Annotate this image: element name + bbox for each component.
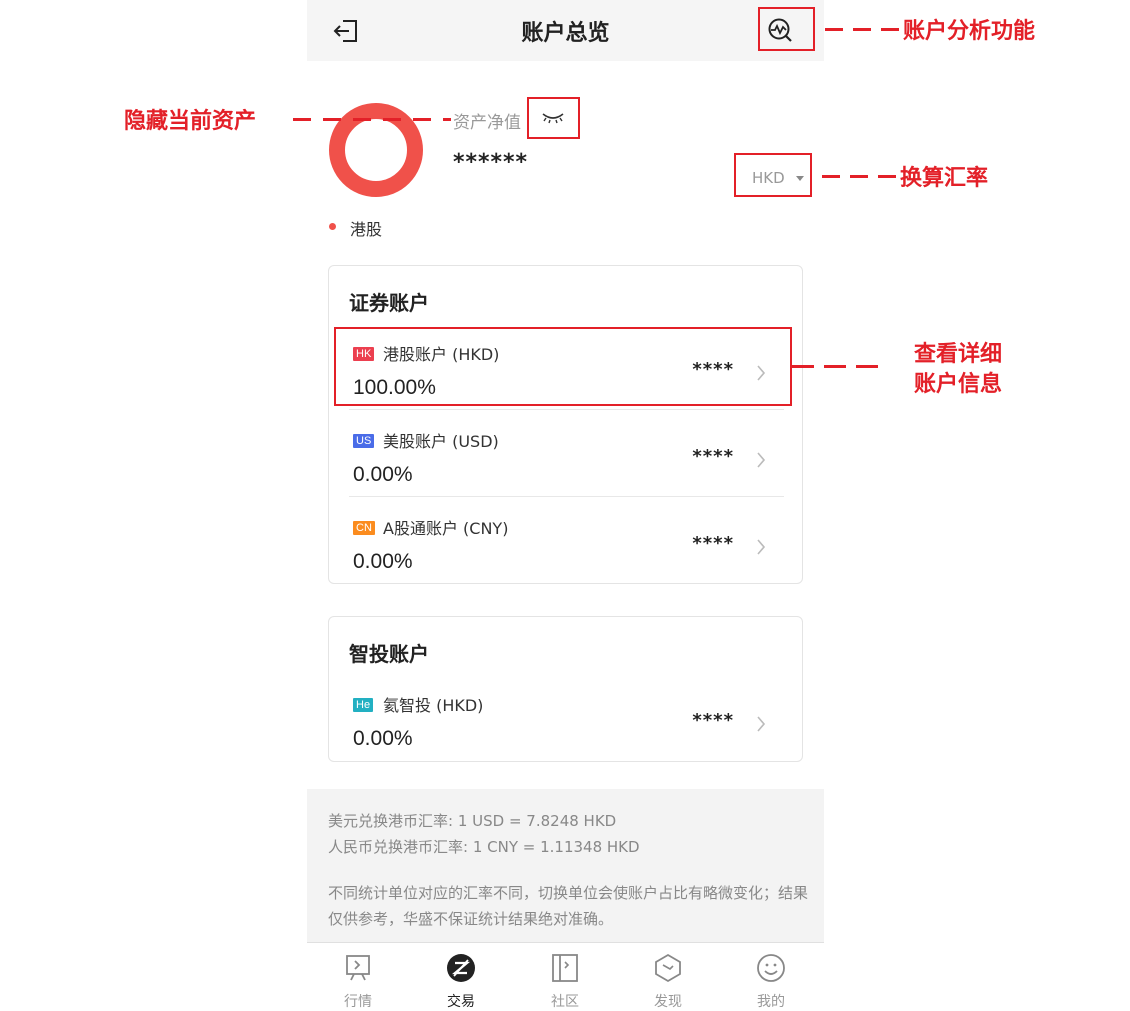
app-screen: 账户总览 资产净值 ****** HKD 港股 证券账户 HK 港股账户 (HK… [307, 0, 824, 1010]
tab-trade[interactable]: 交易 [421, 943, 501, 1010]
disclaimer: 不同统计单位对应的汇率不同，切换单位会使账户占比有略微变化；结果仅供参考，华盛不… [328, 884, 809, 928]
discover-icon [655, 953, 681, 983]
asset-donut-chart [329, 103, 423, 197]
currency-highlight-box [734, 153, 812, 197]
divider [349, 409, 784, 410]
tab-discover[interactable]: 发现 [628, 943, 708, 1010]
legend-label: 港股 [350, 220, 383, 239]
account-value-masked: **** [692, 446, 734, 467]
tab-community[interactable]: 社区 [525, 943, 605, 1010]
annotation-analysis: 账户分析功能 [903, 19, 1036, 44]
chevron-right-icon [757, 716, 766, 732]
account-highlight-box [334, 327, 792, 406]
nav-bar: 账户总览 [307, 0, 824, 61]
chevron-right-icon [757, 539, 766, 555]
divider [349, 496, 784, 497]
cn-badge: CN [353, 521, 375, 535]
annotation-hide: 隐藏当前资产 [124, 109, 257, 134]
smart-invest-card: 智投账户 He 氦智投 (HKD) 0.00% **** [328, 616, 803, 762]
account-row-us[interactable]: US 美股账户 (USD) 0.00% **** [349, 419, 784, 505]
annotation-detail-line2: 账户信息 [914, 372, 1003, 397]
community-icon [552, 954, 578, 982]
chevron-right-icon [757, 452, 766, 468]
us-badge: US [353, 434, 375, 448]
exchange-rate-footer: 美元兑换港币汇率: 1 USD = 7.8248 HKD 人民币兑换港币汇率: … [307, 789, 824, 942]
annotation-exchange: 换算汇率 [900, 166, 989, 191]
cny-rate: 人民币兑换港币汇率: 1 CNY = 1.11348 HKD [328, 838, 640, 856]
legend-dot [329, 223, 336, 230]
usd-rate: 美元兑换港币汇率: 1 USD = 7.8248 HKD [328, 812, 617, 830]
account-percentage: 0.00% [353, 550, 413, 573]
account-name: A股通账户 (CNY) [383, 519, 509, 538]
account-value-masked: **** [692, 710, 734, 731]
tab-label: 交易 [447, 994, 475, 1010]
annotation-detail-line1: 查看详细 [914, 342, 1003, 367]
tab-label: 社区 [551, 994, 579, 1010]
account-name: 美股账户 (USD) [383, 432, 499, 451]
card-title: 证券账户 [349, 291, 429, 315]
analysis-highlight-box [758, 7, 815, 51]
tab-profile[interactable]: 我的 [731, 943, 811, 1010]
page-title: 账户总览 [521, 21, 610, 46]
tab-market[interactable]: 行情 [318, 943, 398, 1010]
net-asset-label: 资产净值 [453, 113, 521, 133]
account-name: 氦智投 (HKD) [383, 696, 484, 715]
profile-icon [757, 954, 785, 982]
tab-label: 发现 [654, 994, 682, 1010]
card-title: 智投账户 [349, 642, 429, 666]
account-percentage: 0.00% [353, 463, 413, 486]
annotation-dash-line [822, 175, 897, 178]
tab-bar: 行情 交易 社区 发现 我的 [307, 942, 824, 1010]
tab-label: 行情 [344, 994, 372, 1010]
tab-label: 我的 [757, 994, 785, 1010]
hide-highlight-box [527, 97, 580, 139]
account-row-cn[interactable]: CN A股通账户 (CNY) 0.00% **** [349, 506, 784, 592]
account-row-he[interactable]: He 氦智投 (HKD) 0.00% **** [349, 683, 784, 769]
annotation-dash-line [825, 28, 900, 31]
account-value-masked: **** [692, 533, 734, 554]
annotation-dash-line [293, 118, 451, 121]
annotation-dash-line [792, 365, 882, 368]
net-asset-value: ****** [453, 150, 529, 175]
securities-accounts-card: 证券账户 HK 港股账户 (HKD) 100.00% **** US 美股账户 … [328, 265, 803, 584]
market-icon [346, 955, 370, 981]
account-percentage: 0.00% [353, 727, 413, 750]
he-badge: He [353, 698, 374, 712]
trade-icon [447, 954, 475, 982]
